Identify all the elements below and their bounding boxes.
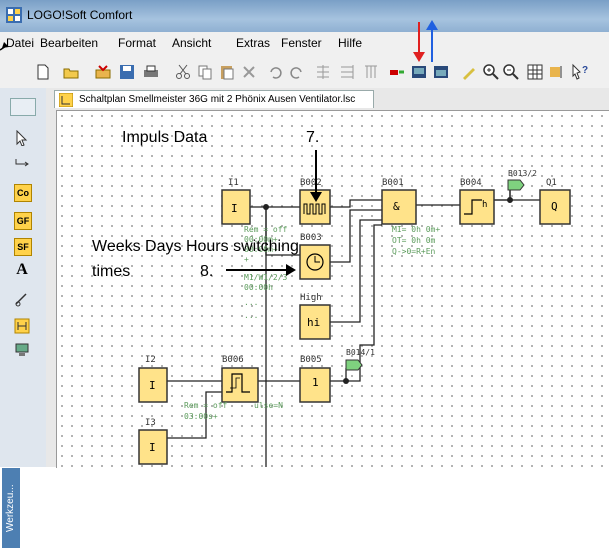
annotation-arrow-red bbox=[413, 22, 425, 62]
block-b006[interactable]: B006 Rem = off 03:00s+ ulse=N bbox=[184, 355, 283, 421]
block-b001-symbol: & bbox=[393, 200, 400, 213]
flag-b013[interactable]: B013/2 bbox=[507, 169, 537, 191]
block-b004[interactable]: B004 h bbox=[459, 178, 495, 225]
tools-panel-label[interactable]: Werkzeu... bbox=[2, 468, 20, 548]
block-i1-symbol: I bbox=[231, 202, 238, 215]
block-i1[interactable]: I1 I bbox=[221, 178, 251, 225]
block-b005[interactable]: B005 1 bbox=[299, 355, 331, 403]
annotation-weeks-days-hours: Weeks Days Hours switching bbox=[92, 238, 299, 255]
annotation-impuls-data: Impuls Data bbox=[122, 129, 207, 146]
block-b005-symbol: 1 bbox=[312, 376, 319, 389]
annotation-arrow-blue bbox=[426, 20, 438, 62]
block-i2-name: I2 bbox=[145, 355, 156, 365]
annotation-eight: 8. bbox=[200, 263, 213, 280]
annotation-seven: 7. bbox=[306, 129, 319, 146]
block-b006-name: B006 bbox=[222, 355, 244, 365]
flag-b014-name: B014/1 bbox=[346, 348, 375, 357]
block-q1-symbol: Q bbox=[551, 200, 558, 213]
b001-param-1: MI= 0h 0m+ bbox=[392, 225, 440, 234]
block-b004-symbol: h bbox=[482, 200, 487, 210]
annotation-arrow-seven bbox=[310, 150, 322, 202]
b002-param-6: 00:00h bbox=[244, 283, 273, 292]
b001-param-3: Q->0=R+En bbox=[392, 247, 436, 256]
block-i3[interactable]: I3 I bbox=[138, 418, 168, 465]
flag-b013-name: B013/2 bbox=[508, 169, 537, 178]
annotation-times: times bbox=[92, 263, 130, 280]
junction-dot bbox=[263, 204, 269, 210]
b002-param-4: + bbox=[244, 255, 249, 264]
block-b001[interactable]: B001 & MI= 0h 0m+ OT= 0h 0m Q->0=R+En bbox=[381, 178, 440, 256]
block-i2[interactable]: I2 I bbox=[138, 355, 168, 403]
block-i1-name: I1 bbox=[228, 178, 239, 188]
b006-param-1: Rem = off bbox=[184, 401, 228, 410]
b002-param-8: ... bbox=[244, 311, 258, 320]
block-clock-name: B003 bbox=[300, 233, 322, 243]
b002-param-5: M1/W1/2/3 bbox=[244, 273, 288, 282]
block-q1-name: Q1 bbox=[546, 178, 557, 188]
block-i2-symbol: I bbox=[149, 379, 156, 392]
circuit-diagram: I1 I B002 Rem = off 00:00m+ 00:00m+ + M1… bbox=[0, 20, 571, 467]
block-b004-name: B004 bbox=[460, 178, 482, 188]
block-b002-name: B002 bbox=[300, 178, 322, 188]
block-clock[interactable]: B003 bbox=[299, 233, 331, 280]
b006-param-2: 03:00s+ bbox=[184, 412, 218, 421]
block-high[interactable]: High hi bbox=[299, 293, 331, 340]
b002-param-1: Rem = off bbox=[244, 225, 288, 234]
block-high-name: High bbox=[300, 293, 322, 303]
junction-dot bbox=[507, 197, 513, 203]
block-i3-symbol: I bbox=[149, 441, 156, 454]
junction-dot bbox=[343, 378, 349, 384]
block-i3-name: I3 bbox=[145, 418, 156, 428]
block-q1[interactable]: Q1 Q bbox=[539, 178, 571, 225]
b002-param-7: ... bbox=[244, 298, 258, 307]
block-b005-name: B005 bbox=[300, 355, 322, 365]
annotation-arrow-menu bbox=[0, 42, 9, 51]
b006-param-3: ulse=N bbox=[254, 401, 283, 410]
block-b001-name: B001 bbox=[382, 178, 404, 188]
b001-param-2: OT= 0h 0m bbox=[392, 236, 436, 245]
block-high-symbol: hi bbox=[307, 316, 320, 329]
wires bbox=[167, 185, 540, 467]
